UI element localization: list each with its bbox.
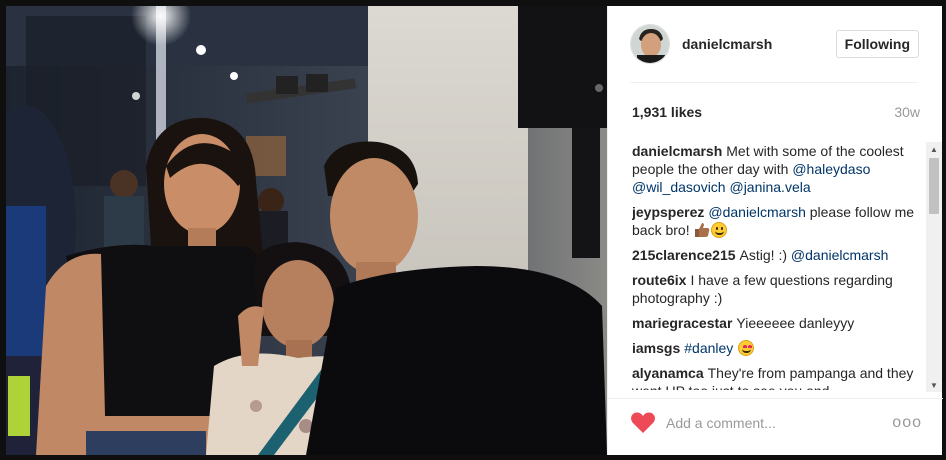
backdrop-bottom[interactable] xyxy=(0,455,946,460)
comment-item: jeypsperez @danielcmarsh please follow me… xyxy=(632,203,922,239)
post-meta: 1,931 likes 30w xyxy=(632,102,920,122)
comment-text: Astig! :) xyxy=(739,247,791,263)
comment-username[interactable]: 215clarence215 xyxy=(632,247,736,263)
comments-scrollbar[interactable]: ▲ ▼ xyxy=(926,142,942,392)
mention-link[interactable]: @danielcmarsh xyxy=(791,247,888,263)
post-time-ago[interactable]: 30w xyxy=(894,104,920,120)
comment-item: danielcmarsh Met with some of the coolest… xyxy=(632,142,922,196)
heart-eyes-emoji-icon xyxy=(738,340,755,356)
comment-username[interactable]: route6ix xyxy=(632,272,686,288)
scrollbar-thumb[interactable] xyxy=(929,158,939,214)
header-divider xyxy=(630,82,918,83)
footer-divider xyxy=(608,398,943,399)
mention-link[interactable]: @haleydaso xyxy=(792,161,870,177)
comment-username[interactable]: jeypsperez xyxy=(632,204,704,220)
comment-username[interactable]: danielcmarsh xyxy=(632,143,722,159)
smile-emoji-icon xyxy=(711,222,728,238)
hashtag-link[interactable]: #danley xyxy=(684,340,733,356)
post-photo-image xyxy=(6,6,607,455)
add-comment-input[interactable] xyxy=(666,415,893,431)
comment-item: mariegracestar Yieeeeee danleyyy xyxy=(632,314,922,332)
mention-link[interactable]: @wil_dasovich xyxy=(632,179,726,195)
post-photo[interactable] xyxy=(6,6,607,455)
post-author-username[interactable]: danielcmarsh xyxy=(682,36,836,52)
mention-link[interactable]: @danielcmarsh xyxy=(708,204,805,220)
avatar[interactable] xyxy=(630,24,670,64)
comment-username[interactable]: alyanamca xyxy=(632,365,704,381)
mention-link[interactable]: @janina.vela xyxy=(729,179,810,195)
heart-icon[interactable] xyxy=(630,411,656,435)
scroll-down-arrow-icon[interactable]: ▼ xyxy=(926,378,942,392)
comment-item: iamsgs #danley xyxy=(632,339,922,357)
comment-text: Yieeeeee danleyyy xyxy=(736,315,855,331)
comment-username[interactable]: iamsgs xyxy=(632,340,680,356)
comment-username[interactable]: mariegracestar xyxy=(632,315,732,331)
avatar-image xyxy=(631,25,669,63)
comment-item: route6ix I have a few questions regarding… xyxy=(632,271,922,307)
scroll-up-arrow-icon[interactable]: ▲ xyxy=(926,142,942,156)
likes-count[interactable]: 1,931 likes xyxy=(632,104,702,120)
thumbs-up-icon xyxy=(695,223,710,237)
post-side-panel: danielcmarsh Following 1,931 likes 30w d… xyxy=(607,6,943,455)
following-button[interactable]: Following xyxy=(835,30,919,58)
comment-footer: ooo xyxy=(630,406,922,440)
comments-list[interactable]: danielcmarsh Met with some of the coolest… xyxy=(632,142,922,390)
post-header: danielcmarsh Following xyxy=(608,6,943,82)
comment-item: 215clarence215 Astig! :) @danielcmarsh xyxy=(632,246,922,264)
comment-item: alyanamca They're from pampanga and they … xyxy=(632,364,922,390)
more-options-icon[interactable]: ooo xyxy=(892,414,922,432)
